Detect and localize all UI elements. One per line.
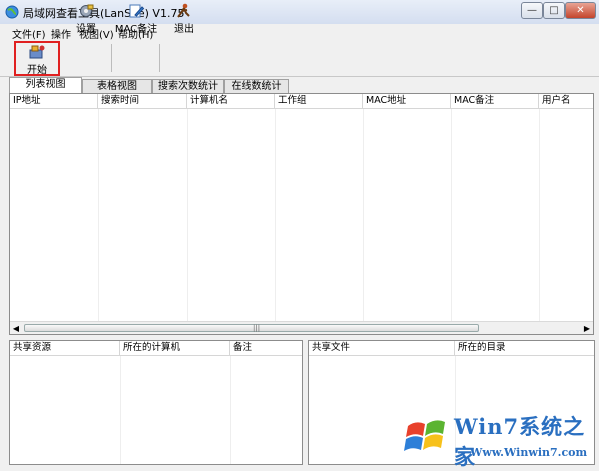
tab-online-count[interactable]: 在线数统计 — [224, 79, 289, 93]
settings-gear-icon — [80, 4, 94, 17]
col-workgroup[interactable]: 工作组 — [275, 94, 363, 109]
tab-search-count[interactable]: 搜索次数统计 — [152, 79, 224, 93]
start-button[interactable]: 开始 — [14, 41, 60, 76]
tab-list-view[interactable]: 列表视图 — [9, 77, 82, 94]
mac-note-label: MAC备注 — [114, 24, 158, 35]
menu-file[interactable]: 文件(F) — [12, 26, 46, 41]
exit-runner-icon — [177, 3, 190, 18]
mac-note-button[interactable]: MAC备注 — [114, 2, 158, 35]
mac-note-pencil-icon — [129, 4, 145, 18]
col-directory[interactable]: 所在的目录 — [455, 341, 594, 356]
exit-label: 退出 — [174, 24, 194, 35]
maximize-button[interactable]: □ — [543, 2, 565, 19]
grid-line — [451, 109, 452, 322]
host-list[interactable]: IP地址 搜索时间 计算机名 工作组 MAC地址 MAC备注 用户名 ◀ |||… — [9, 93, 594, 335]
col-computer-name[interactable]: 计算机名 — [187, 94, 275, 109]
tab-table-view[interactable]: 表格视图 — [82, 79, 152, 93]
settings-label: 设置 — [76, 24, 96, 35]
shared-resources-list[interactable]: 共享资源 所在的计算机 备注 — [9, 340, 303, 465]
grid-line — [98, 109, 99, 322]
scroll-thumb[interactable]: ||| — [24, 324, 479, 332]
scroll-left-arrow-icon[interactable]: ◀ — [11, 324, 21, 333]
toolbar-separator — [111, 44, 112, 72]
col-ip-address[interactable]: IP地址 — [10, 94, 98, 109]
horizontal-scrollbar[interactable]: ◀ ||| ▶ — [10, 321, 593, 334]
start-icon — [29, 45, 45, 59]
scroll-right-arrow-icon[interactable]: ▶ — [582, 324, 592, 333]
toolbar — [0, 40, 599, 77]
col-mac-note[interactable]: MAC备注 — [451, 94, 539, 109]
grid-line — [363, 109, 364, 322]
close-button[interactable]: ✕ — [565, 2, 596, 19]
exit-button[interactable]: 退出 — [162, 2, 206, 35]
watermark-url: Www.Winwin7.com — [470, 446, 588, 459]
col-shared-resource[interactable]: 共享资源 — [10, 341, 120, 356]
grid-line — [539, 109, 540, 322]
start-label: 开始 — [27, 65, 47, 76]
col-remark[interactable]: 备注 — [230, 341, 302, 356]
scroll-grip-icon: ||| — [253, 324, 261, 332]
col-username[interactable]: 用户名 — [539, 94, 593, 109]
settings-button[interactable]: 设置 — [64, 2, 108, 35]
grid-line — [230, 356, 231, 464]
col-shared-file[interactable]: 共享文件 — [309, 341, 455, 356]
grid-line — [120, 356, 121, 464]
minimize-button[interactable]: — — [521, 2, 543, 19]
col-host-computer[interactable]: 所在的计算机 — [120, 341, 230, 356]
grid-line — [187, 109, 188, 322]
app-globe-icon — [5, 5, 19, 19]
toolbar-separator — [159, 44, 160, 72]
grid-line — [275, 109, 276, 322]
watermark-brand: Win7系统之家 — [454, 414, 586, 469]
col-mac-address[interactable]: MAC地址 — [363, 94, 451, 109]
col-search-time[interactable]: 搜索时间 — [98, 94, 187, 109]
